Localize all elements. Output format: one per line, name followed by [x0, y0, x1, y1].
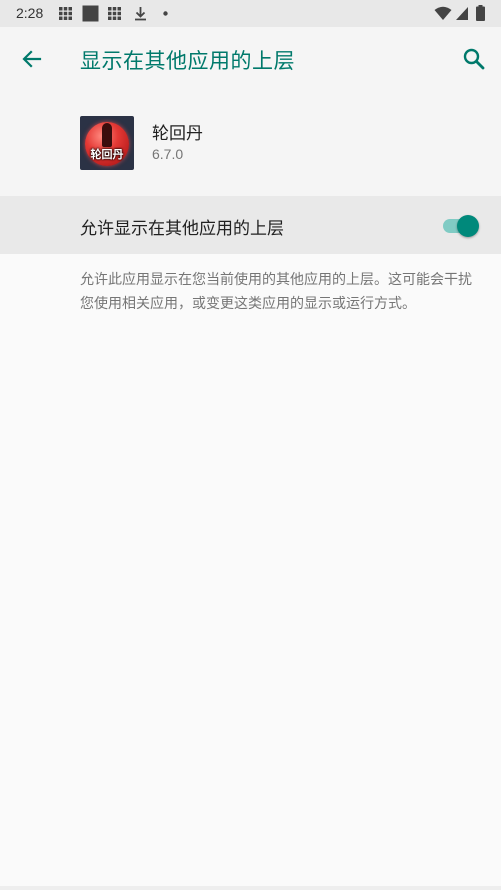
- app-version: 6.7.0: [152, 146, 184, 162]
- battery-icon: [476, 5, 485, 21]
- allow-overlay-label: 允许显示在其他应用的上层: [80, 219, 284, 239]
- app-name: 轮回丹: [152, 124, 203, 144]
- status-bar: 2:28: [0, 0, 501, 27]
- app-icon-label: 轮回丹: [90, 148, 124, 161]
- search-icon[interactable]: [461, 46, 487, 72]
- grid-icon: [59, 7, 72, 20]
- status-time: 2:28: [16, 5, 44, 21]
- app-icon-figure: [102, 123, 112, 147]
- app-icon: 轮回丹: [80, 116, 134, 170]
- wifi-icon: [434, 6, 452, 20]
- grid-icon: [108, 7, 121, 20]
- app-info-header: 轮回丹 轮回丹 6.7.0: [0, 91, 501, 196]
- setting-description: 允许此应用显示在您当前使用的其他应用的上层。这可能会干扰您使用相关应用，或变更这…: [80, 272, 472, 312]
- dot-icon: [163, 11, 168, 16]
- bottom-edge: [0, 886, 501, 890]
- download-icon: [135, 7, 146, 21]
- app-bar: 显示在其他应用的上层: [0, 27, 501, 91]
- square-icon: [82, 5, 99, 22]
- allow-overlay-switch[interactable]: [441, 214, 479, 237]
- signal-icon: [456, 7, 468, 20]
- allow-overlay-setting-row[interactable]: 允许显示在其他应用的上层: [0, 196, 501, 254]
- back-arrow-icon[interactable]: [20, 47, 44, 71]
- page-title: 显示在其他应用的上层: [80, 49, 295, 73]
- switch-thumb: [457, 215, 479, 237]
